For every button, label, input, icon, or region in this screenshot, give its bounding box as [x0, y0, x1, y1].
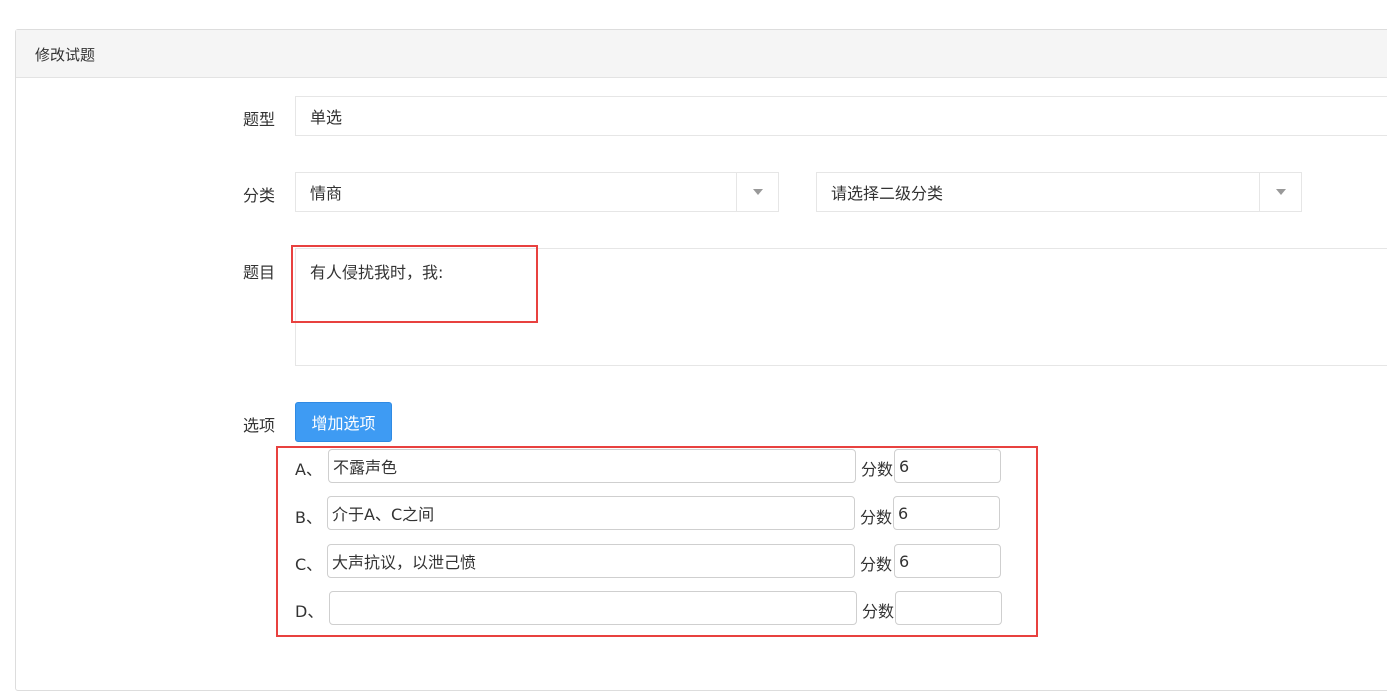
- type-value: 单选: [310, 108, 343, 127]
- subcategory-dropdown-toggle[interactable]: [1259, 173, 1301, 211]
- subcategory-placeholder: 请选择二级分类: [831, 184, 944, 203]
- type-field[interactable]: 单选: [295, 96, 1387, 136]
- question-highlight-box: [291, 245, 538, 323]
- type-label: 题型: [243, 110, 276, 129]
- caret-down-icon: [752, 189, 763, 195]
- options-highlight-box: [276, 446, 1038, 637]
- subcategory-select[interactable]: 请选择二级分类: [816, 172, 1302, 212]
- category-label: 分类: [243, 186, 276, 205]
- category-select[interactable]: 情商: [295, 172, 779, 212]
- panel-heading: 修改试题: [16, 30, 1387, 78]
- category-dropdown-toggle[interactable]: [736, 173, 778, 211]
- panel-title: 修改试题: [35, 46, 96, 64]
- add-option-button[interactable]: 增加选项: [295, 402, 392, 442]
- question-label: 题目: [243, 263, 276, 282]
- options-label: 选项: [243, 416, 276, 435]
- category-value: 情商: [310, 184, 343, 203]
- caret-down-icon: [1275, 189, 1286, 195]
